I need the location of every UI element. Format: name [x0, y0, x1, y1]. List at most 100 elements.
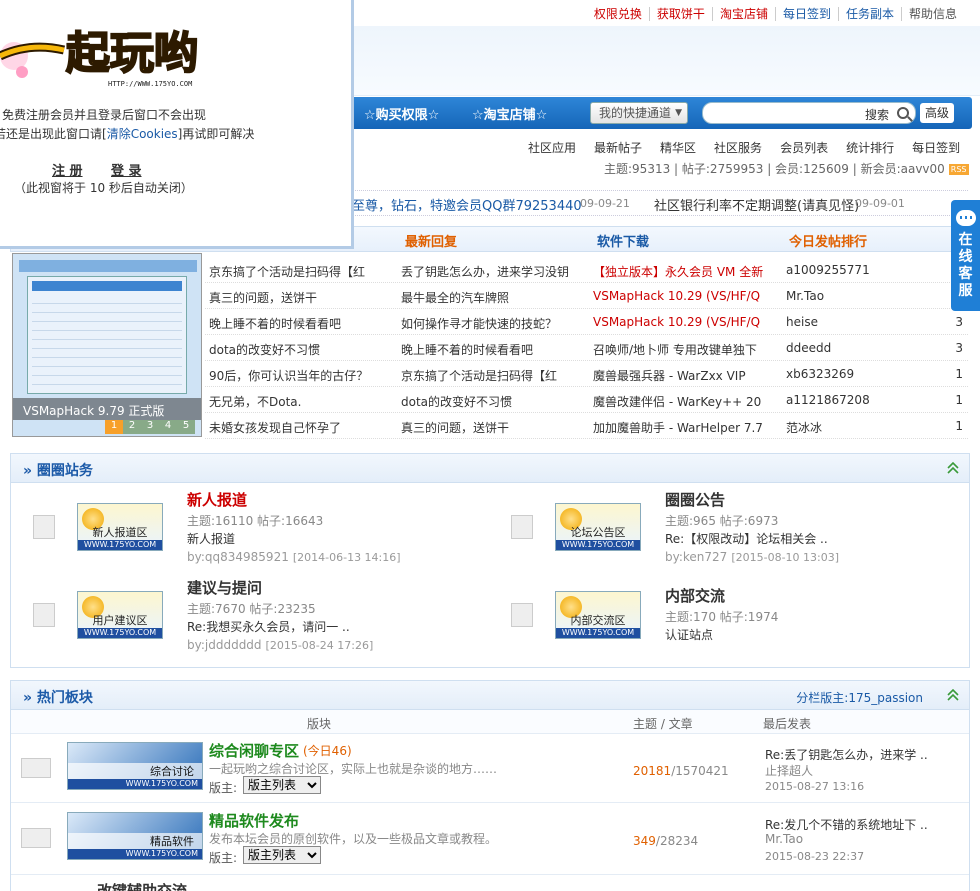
section-title[interactable]: » 圈圈站务 [23, 460, 93, 480]
community-link[interactable]: 统计排行 [846, 139, 894, 156]
last-post-user[interactable]: 止择超人 [765, 762, 813, 779]
ranking-user[interactable]: 范冰冰 [786, 419, 936, 436]
community-link[interactable]: 每日签到 [912, 139, 960, 156]
software-link[interactable]: 加加魔兽助手 - WarHelper 7.7 [593, 419, 771, 436]
forum-name[interactable]: 改键辅助交流 [97, 880, 187, 891]
thumb-url: WWW.175YO.COM [68, 779, 202, 789]
ranking-count: 1 [955, 393, 963, 407]
software-screenshot[interactable]: VSMapHack 9.79 正式版 1 2 3 4 5 [12, 253, 202, 437]
forum-last-post[interactable]: Re:我想买永久会员，请问一 .. [187, 618, 350, 635]
forum-last-post[interactable]: Re:【权限改动】论坛相关会 .. [665, 530, 828, 547]
latest-reply-link[interactable]: dota的改变好不习惯 [401, 393, 589, 410]
top-link-permission[interactable]: 权限兑换 [587, 7, 649, 21]
latest-post-link[interactable]: dota的改变好不习惯 [209, 341, 397, 358]
ranking-user[interactable]: Mr.Tao [786, 289, 936, 303]
search-icon[interactable] [897, 107, 909, 119]
nav-taobao-shop[interactable]: ☆淘宝店铺☆ [472, 104, 547, 123]
thumb-url: WWW.175YO.COM [556, 628, 640, 638]
software-link[interactable]: VSMapHack 10.29 (VS/HF/Q [593, 315, 771, 329]
forum-name[interactable]: 综合闲聊专区 [209, 740, 299, 761]
announcement-link[interactable]: 至尊，钻石，特邀会员QQ群79253440 [352, 195, 582, 214]
ranking-user[interactable]: xb6323269 [786, 367, 936, 381]
ranking-user[interactable]: ddeedd [786, 341, 936, 355]
login-link[interactable]: 登 录 [111, 160, 142, 179]
software-link[interactable]: 【独立版本】永久会员 VM 全新 [593, 263, 771, 280]
community-link[interactable]: 社区服务 [714, 139, 762, 156]
forum-thumbnail[interactable]: 论坛公告区 WWW.175YO.COM [555, 503, 641, 551]
latest-posts-row: 未婚女孩发现自己怀孕了 真三的问题，送饼干 加加魔兽助手 - WarHelper 7… [205, 413, 968, 439]
latest-reply-link[interactable]: 京东搞了个活动是扫码得【红 [401, 367, 589, 384]
pager-page[interactable]: 3 [141, 420, 159, 434]
col-board: 版块 [307, 717, 332, 731]
announcement-link[interactable]: 社区银行利率不定期调整(请真见怪) [654, 195, 859, 214]
pager-page[interactable]: 5 [177, 420, 195, 434]
last-post-title[interactable]: Re:发几个不错的系统地址下 .. [765, 816, 928, 833]
latest-post-link[interactable]: 未婚女孩发现自己怀孕了 [209, 419, 397, 436]
ranking-user[interactable]: heise [786, 315, 936, 329]
community-link[interactable]: 社区应用 [528, 139, 576, 156]
forum-name[interactable]: 建议与提问 [187, 577, 262, 598]
forum-topic-count: 20181/1570421 [633, 764, 729, 778]
register-link[interactable]: 注 册 [52, 160, 83, 179]
section-moderator[interactable]: 分栏版主:175_passion [796, 689, 923, 706]
moderator-select[interactable]: 版主列表 [243, 776, 321, 794]
forum-thumbnail[interactable]: 综合讨论 WWW.175YO.COM [67, 742, 203, 790]
section-title[interactable]: » 热门板块 [23, 687, 93, 707]
forum-thumbnail[interactable]: 内部交流区 WWW.175YO.COM [555, 591, 641, 639]
last-poster-name[interactable]: by:qq834985921 [187, 550, 289, 564]
latest-post-link[interactable]: 真三的问题，送饼干 [209, 289, 397, 306]
forum-name[interactable]: 内部交流 [665, 585, 725, 606]
last-poster-name[interactable]: by:ken727 [665, 550, 727, 564]
advanced-search-button[interactable]: 高级 [920, 103, 954, 123]
software-link[interactable]: 召唤师/地卜师 专用改键单独下 [593, 341, 771, 358]
moderator-select[interactable]: 版主列表 [243, 846, 321, 864]
software-link[interactable]: 魔兽改建伴侣 - WarKey++ 20 [593, 393, 771, 410]
ranking-user[interactable]: a1009255771 [786, 263, 936, 277]
community-link[interactable]: 会员列表 [780, 139, 828, 156]
latest-reply-link[interactable]: 最牛最全的汽车牌照 [401, 289, 589, 306]
top-link-help[interactable]: 帮助信息 [900, 7, 964, 21]
top-link-tasks[interactable]: 任务副本 [837, 7, 901, 21]
latest-post-link[interactable]: 京东搞了个活动是扫码得【红 [209, 263, 397, 280]
forum-last-post[interactable]: 认证站点 [665, 626, 713, 643]
online-service-tab[interactable]: 在线客服 [951, 200, 980, 311]
top-link-cookies[interactable]: 获取饼干 [648, 7, 712, 21]
pager-page[interactable]: 1 [105, 420, 123, 434]
pager-page[interactable]: 2 [123, 420, 141, 434]
announcement-date: 09-09-21 [580, 197, 630, 210]
community-link[interactable]: 精华区 [660, 139, 696, 156]
community-link[interactable]: 最新帖子 [594, 139, 642, 156]
latest-post-link[interactable]: 晚上睡不着的时候看看吧 [209, 315, 397, 332]
clear-cookies-link[interactable]: 清除Cookies [107, 127, 178, 141]
forum-name[interactable]: 精品软件发布 [209, 810, 299, 831]
latest-reply-link[interactable]: 晚上睡不着的时候看看吧 [401, 341, 589, 358]
rss-icon[interactable]: RSS [948, 164, 969, 175]
last-post-date: 2015-08-27 13:16 [765, 780, 865, 793]
forum-thumbnail[interactable]: 精品软件 WWW.175YO.COM [67, 812, 203, 860]
pager-page[interactable]: 4 [159, 420, 177, 434]
search-input[interactable]: 搜索 [702, 102, 916, 124]
forum-name[interactable]: 新人报道 [187, 489, 247, 510]
last-post-user[interactable]: Mr.Tao [765, 832, 803, 846]
latest-reply-link[interactable]: 真三的问题，送饼干 [401, 419, 589, 436]
top-link-checkin[interactable]: 每日签到 [774, 7, 838, 21]
quick-access-dropdown[interactable]: 我的快捷通道 ▼ [590, 102, 688, 124]
last-poster-name[interactable]: by:jddddddd [187, 638, 262, 652]
nav-buy-permission[interactable]: ☆购买权限☆ [364, 104, 439, 123]
software-link[interactable]: 魔兽最强兵器 - WarZxx VIP [593, 367, 771, 384]
ranking-user[interactable]: a1121867208 [786, 393, 936, 407]
latest-reply-link[interactable]: 丢了钥匙怎么办，进来学习没钥 [401, 263, 589, 280]
forum-thumbnail[interactable]: 用户建议区 WWW.175YO.COM [77, 591, 163, 639]
collapse-icon[interactable] [947, 689, 959, 701]
latest-post-link[interactable]: 90后，你可认识当年的古仔？ [209, 367, 397, 384]
screenshot-caption[interactable]: VSMapHack 9.79 正式版 [23, 402, 164, 419]
forum-thumbnail[interactable]: 新人报道区 WWW.175YO.COM [77, 503, 163, 551]
forum-name[interactable]: 圈圈公告 [665, 489, 725, 510]
last-post-title[interactable]: Re:丢了钥匙怎么办，进来学 .. [765, 746, 928, 763]
software-link[interactable]: VSMapHack 10.29 (VS/HF/Q [593, 289, 771, 303]
top-link-taobao[interactable]: 淘宝店铺 [711, 7, 775, 21]
latest-post-link[interactable]: 无兄弟，不Dota. [209, 393, 397, 410]
forum-last-post[interactable]: 新人报道 [187, 530, 235, 547]
latest-reply-link[interactable]: 如何操作寻才能快速的技蛇？ [401, 315, 589, 332]
collapse-icon[interactable] [947, 462, 959, 474]
